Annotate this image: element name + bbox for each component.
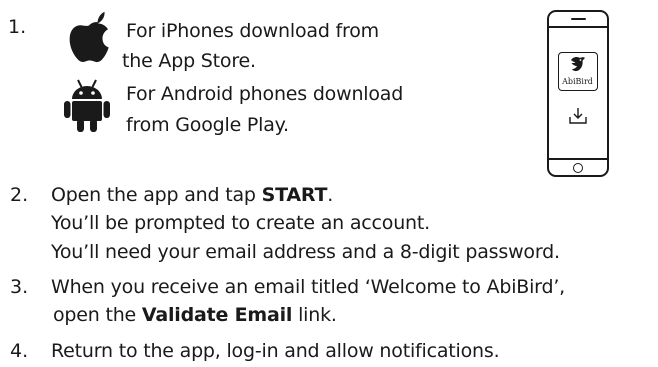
phone-home-button: [573, 163, 583, 173]
step-3-text-end: link.: [292, 304, 337, 326]
step-2-text: Open the app and tap: [51, 184, 262, 206]
phone-speaker: [571, 18, 586, 20]
start-keyword: START: [261, 184, 328, 206]
bird-icon: [571, 56, 585, 72]
app-name-label: AbiBird: [562, 77, 593, 86]
phone-illustration: AbiBird: [547, 10, 609, 177]
step-2-period: .: [327, 184, 334, 206]
step-3-line-2: open the Validate Email link.: [53, 303, 337, 327]
phone-screen-bottom-edge: [549, 158, 607, 160]
android-robot-icon: [64, 79, 110, 132]
android-instruction-line-2: from Google Play.: [126, 114, 289, 136]
step-2-number: 2.: [10, 184, 29, 206]
step-1-number: 1.: [8, 16, 27, 38]
ios-instruction-line-1: For iPhones download from: [126, 20, 379, 42]
step-2-line-2: You’ll be prompted to create an account.: [51, 212, 430, 234]
step-2-line-1: Open the app and tap START.: [51, 183, 333, 207]
android-instruction-line-1: For Android phones download: [126, 83, 404, 105]
step-3-number: 3.: [10, 276, 29, 298]
ios-instruction-line-2: the App Store.: [122, 50, 256, 72]
abibird-app-tile: AbiBird: [558, 52, 598, 91]
apple-logo-icon: [69, 11, 109, 63]
download-icon: [569, 108, 587, 124]
phone-screen-top-edge: [549, 26, 607, 28]
step-3-text: open the: [53, 304, 142, 326]
validate-email-keyword: Validate Email: [141, 304, 293, 326]
step-4-number: 4.: [10, 340, 29, 362]
step-3-line-1: When you receive an email titled ‘Welcom…: [51, 276, 566, 298]
step-4-line-1: Return to the app, log-in and allow noti…: [51, 340, 500, 362]
step-2-line-3: You’ll need your email address and a 8-d…: [51, 241, 560, 263]
